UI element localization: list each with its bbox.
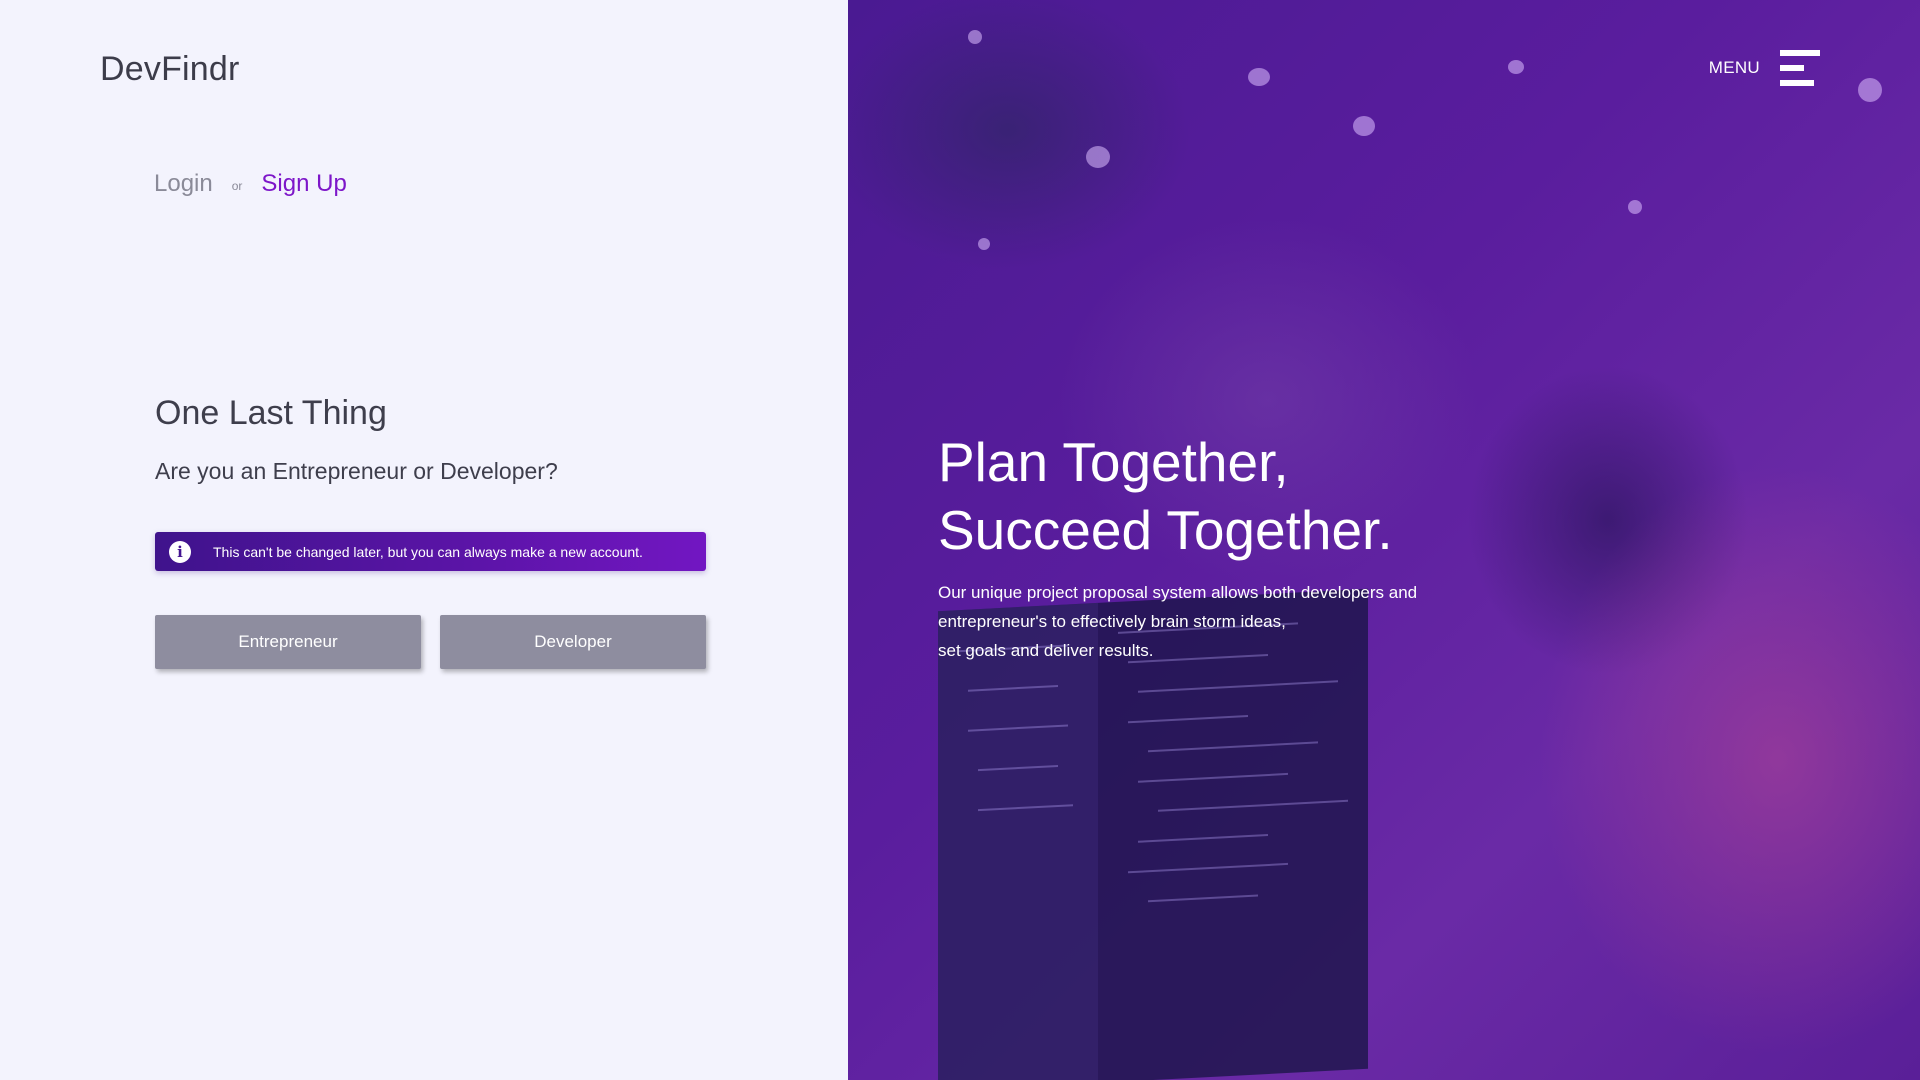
or-separator: or bbox=[231, 179, 243, 193]
code-line bbox=[1128, 862, 1288, 874]
bokeh-light bbox=[1508, 60, 1524, 74]
brand-logo[interactable]: DevFindr bbox=[100, 50, 240, 89]
signup-link[interactable]: Sign Up bbox=[261, 170, 346, 198]
code-line bbox=[1138, 772, 1288, 783]
developer-button[interactable]: Developer bbox=[440, 615, 706, 669]
menu-button[interactable]: MENU bbox=[1709, 50, 1820, 86]
code-line bbox=[1158, 799, 1348, 812]
entrepreneur-button[interactable]: Entrepreneur bbox=[155, 615, 421, 669]
code-line bbox=[1138, 680, 1338, 693]
hero-headline-line2: Succeed Together. bbox=[938, 499, 1393, 561]
hero-description: Our unique project proposal system allow… bbox=[938, 578, 1417, 665]
left-panel: DevFindr Login or Sign Up One Last Thing… bbox=[0, 0, 848, 1080]
hero-description-line: set goals and deliver results. bbox=[938, 641, 1154, 660]
code-line bbox=[1148, 894, 1258, 903]
info-notice: i This can't be changed later, but you c… bbox=[155, 532, 706, 571]
bokeh-light bbox=[1353, 116, 1375, 136]
hero-description-line: Our unique project proposal system allow… bbox=[938, 583, 1418, 602]
info-circle-icon: i bbox=[169, 540, 191, 563]
code-line bbox=[1128, 715, 1248, 724]
hero-headline-line1: Plan Together, bbox=[938, 431, 1289, 493]
bokeh-light bbox=[968, 30, 982, 44]
bokeh-light bbox=[1086, 146, 1110, 168]
bokeh-light bbox=[1858, 78, 1882, 102]
page-title: One Last Thing bbox=[155, 394, 387, 432]
bokeh-light bbox=[978, 238, 990, 250]
auth-switch: Login or Sign Up bbox=[154, 170, 347, 198]
role-question: Are you an Entrepreneur or Developer? bbox=[155, 458, 558, 484]
editor-file-tree bbox=[938, 602, 1098, 1080]
login-link[interactable]: Login bbox=[154, 170, 213, 198]
notice-message: This can't be changed later, but you can… bbox=[213, 543, 643, 560]
code-line bbox=[1138, 833, 1268, 843]
bokeh-light bbox=[1248, 68, 1270, 86]
hamburger-menu-icon[interactable] bbox=[1780, 50, 1820, 86]
menu-label[interactable]: MENU bbox=[1709, 58, 1760, 78]
hero-content: Plan Together, Succeed Together. Our uni… bbox=[938, 428, 1417, 665]
hero-description-line: entrepreneur's to effectively brain stor… bbox=[938, 612, 1286, 631]
code-line bbox=[1148, 741, 1318, 753]
bokeh-light bbox=[1628, 200, 1642, 214]
